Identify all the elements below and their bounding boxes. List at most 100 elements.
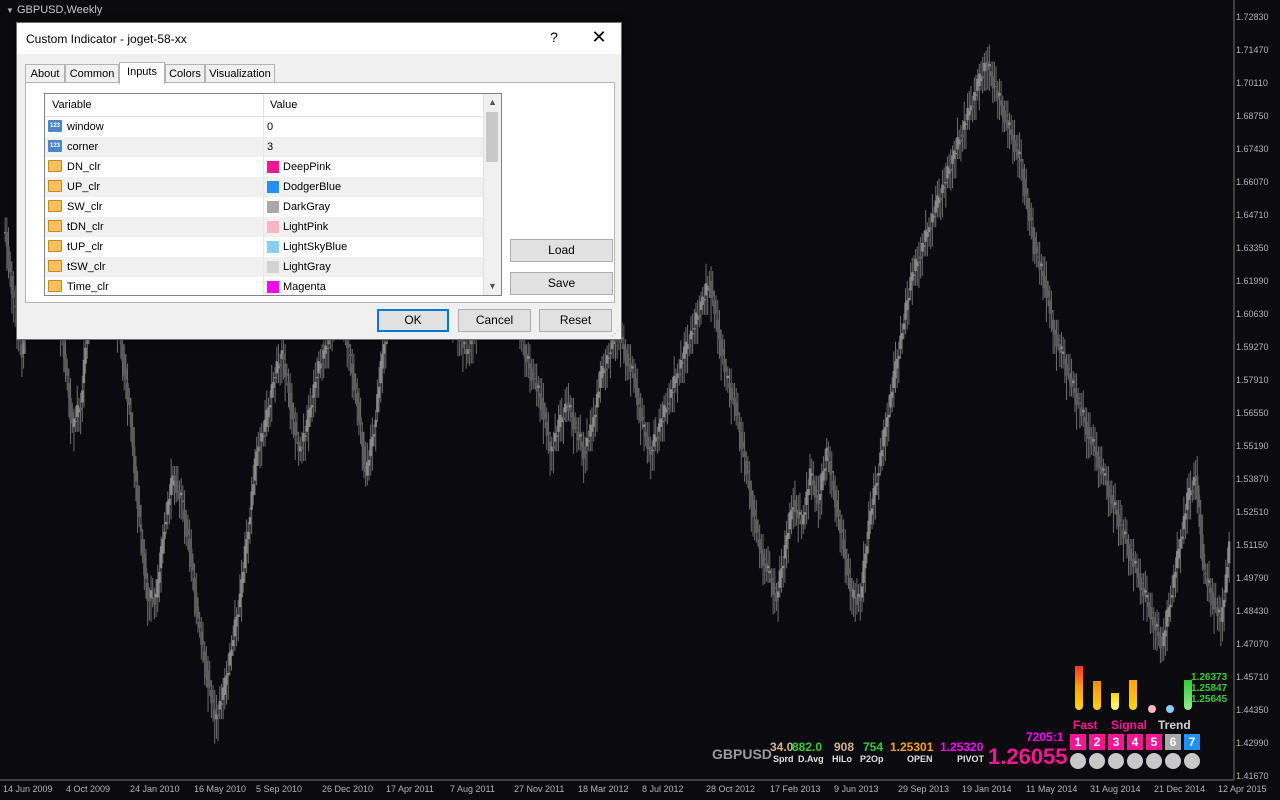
y-tick-label: 1.70110 bbox=[1236, 78, 1268, 88]
color-swatch[interactable] bbox=[267, 201, 279, 213]
grid-scrollbar[interactable]: ▲ ▼ bbox=[483, 94, 501, 295]
strength-bar bbox=[1129, 680, 1137, 710]
candle bbox=[289, 373, 292, 430]
candle bbox=[1080, 392, 1083, 426]
input-value[interactable]: LightPink bbox=[283, 221, 328, 233]
candle bbox=[218, 686, 221, 720]
load-button[interactable]: Load bbox=[510, 239, 613, 262]
candle bbox=[228, 642, 232, 676]
input-value[interactable]: LightGray bbox=[283, 261, 331, 273]
signal-number-box: 1 bbox=[1070, 734, 1086, 750]
y-tick-label: 1.47070 bbox=[1236, 639, 1269, 649]
candle bbox=[691, 313, 694, 354]
x-tick-label: 14 Jun 2009 bbox=[3, 784, 53, 794]
input-value[interactable]: DodgerBlue bbox=[283, 181, 341, 193]
candle bbox=[963, 101, 966, 150]
input-value[interactable]: Magenta bbox=[283, 281, 326, 293]
signal-circle-icon bbox=[1070, 753, 1086, 769]
signal-number-box: 2 bbox=[1089, 734, 1105, 750]
candle bbox=[817, 475, 820, 529]
input-name: tSW_clr bbox=[67, 261, 106, 273]
candle bbox=[153, 587, 156, 620]
color-swatch[interactable] bbox=[267, 181, 279, 193]
reset-button[interactable]: Reset bbox=[539, 309, 612, 332]
input-row-tsw-clr[interactable]: tSW_clr LightGray bbox=[45, 257, 483, 277]
signal-circle-icon bbox=[1089, 753, 1105, 769]
candle bbox=[1016, 134, 1020, 178]
scroll-thumb[interactable] bbox=[486, 112, 498, 162]
input-row-time-clr[interactable]: Time_clr Magenta bbox=[45, 277, 483, 295]
candle bbox=[574, 412, 577, 434]
candle bbox=[1150, 592, 1154, 633]
candle bbox=[909, 262, 912, 301]
candle bbox=[314, 362, 317, 413]
y-tick-label: 1.59270 bbox=[1236, 342, 1269, 352]
inputs-grid: Variable Value 123 window 0 123 corner 3 DN_cl… bbox=[44, 93, 502, 296]
input-row-up-clr[interactable]: UP_clr DodgerBlue bbox=[45, 177, 483, 197]
input-row-tup-clr[interactable]: tUP_clr LightSkyBlue bbox=[45, 237, 483, 257]
color-swatch[interactable] bbox=[267, 281, 279, 293]
tab-inputs[interactable]: Inputs bbox=[119, 62, 165, 84]
y-tick-label: 1.51150 bbox=[1236, 540, 1268, 550]
candle bbox=[867, 501, 870, 554]
color-swatch[interactable] bbox=[267, 261, 279, 273]
input-row-tdn-clr[interactable]: tDN_clr LightPink bbox=[45, 217, 483, 237]
candle bbox=[1132, 538, 1135, 592]
input-row-dn-clr[interactable]: DN_clr DeepPink bbox=[45, 157, 483, 177]
input-value[interactable]: LightSkyBlue bbox=[283, 241, 347, 253]
resize-grip-icon[interactable]: ⋰ bbox=[611, 329, 619, 338]
candle bbox=[1073, 373, 1077, 413]
cancel-button[interactable]: Cancel bbox=[458, 309, 531, 332]
candle bbox=[849, 558, 852, 611]
candle bbox=[877, 463, 880, 501]
tab-colors[interactable]: Colors bbox=[165, 64, 205, 83]
input-name: tDN_clr bbox=[67, 221, 104, 233]
signal-number-box: 3 bbox=[1108, 734, 1124, 750]
panel-davg: 882.0 bbox=[792, 740, 823, 754]
help-icon[interactable]: ? bbox=[547, 29, 561, 45]
y-tick-label: 1.48430 bbox=[1236, 606, 1269, 616]
close-icon[interactable]: ✕ bbox=[591, 27, 607, 48]
candle bbox=[1100, 446, 1103, 485]
input-row-corner[interactable]: 123 corner 3 bbox=[45, 137, 483, 157]
y-tick-label: 1.56550 bbox=[1236, 408, 1269, 418]
candle bbox=[223, 668, 227, 710]
input-row-window[interactable]: 123 window 0 bbox=[45, 117, 483, 137]
candle bbox=[706, 275, 709, 315]
scroll-up-icon[interactable]: ▲ bbox=[484, 94, 501, 111]
candle bbox=[872, 473, 875, 525]
dialog-titlebar[interactable]: Custom Indicator - joget-58-xx ? ✕ bbox=[17, 23, 621, 54]
candle bbox=[659, 403, 662, 442]
candle bbox=[906, 280, 909, 330]
x-tick-label: 17 Apr 2011 bbox=[386, 784, 434, 794]
input-value[interactable]: DarkGray bbox=[283, 201, 330, 213]
candle bbox=[283, 344, 287, 402]
input-value[interactable]: 0 bbox=[267, 121, 273, 133]
candle bbox=[657, 408, 661, 452]
color-swatch[interactable] bbox=[267, 221, 279, 233]
candle bbox=[169, 458, 173, 520]
candle bbox=[595, 379, 599, 432]
panel-pivot: 1.25320 bbox=[940, 740, 984, 754]
y-tick-label: 1.52510 bbox=[1236, 507, 1269, 517]
save-button[interactable]: Save bbox=[510, 272, 613, 295]
candle bbox=[689, 316, 693, 354]
candle bbox=[1189, 470, 1192, 520]
candle bbox=[879, 437, 882, 476]
candle bbox=[983, 53, 986, 91]
tab-common[interactable]: Common bbox=[65, 64, 119, 83]
ok-button[interactable]: OK bbox=[377, 309, 449, 332]
color-swatch[interactable] bbox=[267, 241, 279, 253]
color-swatch[interactable] bbox=[267, 161, 279, 173]
panel-hilo: 908 bbox=[834, 740, 855, 754]
input-value[interactable]: DeepPink bbox=[283, 161, 331, 173]
input-row-sw-clr[interactable]: SW_clr DarkGray bbox=[45, 197, 483, 217]
input-value[interactable]: 3 bbox=[267, 141, 273, 153]
y-tick-label: 1.41670 bbox=[1236, 771, 1269, 781]
tab-visualization[interactable]: Visualization bbox=[205, 64, 275, 83]
candle bbox=[684, 327, 688, 374]
tab-about[interactable]: About bbox=[25, 64, 65, 83]
candle bbox=[701, 286, 704, 315]
candle bbox=[376, 379, 379, 423]
scroll-down-icon[interactable]: ▼ bbox=[484, 278, 501, 295]
